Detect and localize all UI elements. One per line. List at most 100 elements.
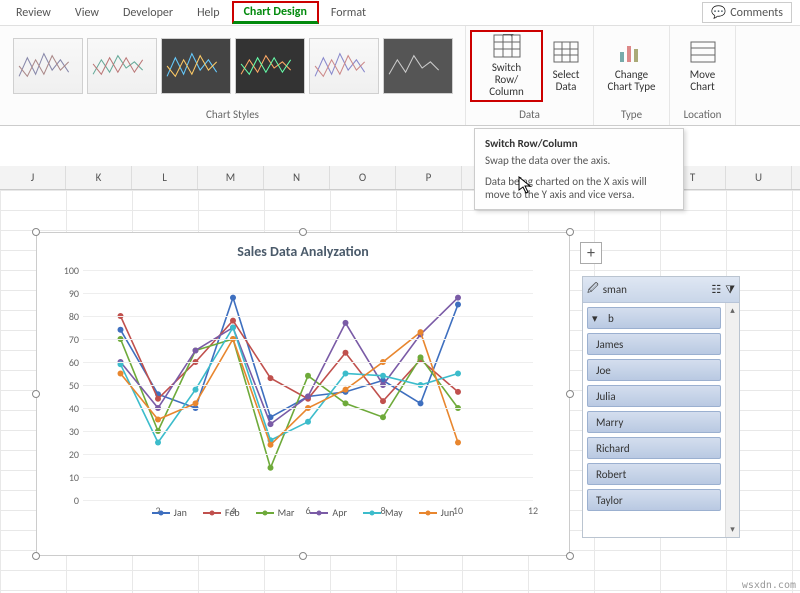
legend-swatch: [363, 512, 381, 514]
legend-item[interactable]: Apr: [310, 506, 347, 519]
legend-swatch: [203, 512, 221, 514]
x-tick-label: 6: [305, 504, 310, 517]
y-tick-label: 20: [51, 448, 79, 461]
x-tick-label: 10: [453, 504, 463, 517]
group-label-location: Location: [674, 106, 731, 123]
slicer-item[interactable]: Robert: [587, 463, 721, 485]
move-chart-button[interactable]: Move Chart: [680, 30, 726, 102]
tooltip-line2: Data being charted on the X axis will mo…: [485, 175, 673, 201]
plot-area[interactable]: 010203040506070809010024681012: [83, 270, 533, 500]
x-tick-label: 12: [528, 504, 538, 517]
resize-handle[interactable]: [32, 228, 40, 236]
group-data: Switch Row/ Column Select Data Data: [466, 26, 594, 125]
legend-swatch: [256, 512, 274, 514]
legend-swatch: [310, 512, 328, 514]
legend-label: Mar: [278, 506, 295, 519]
legend-swatch: [419, 512, 437, 514]
chart-elements-button[interactable]: +: [580, 242, 602, 264]
change-chart-type-label: Change Chart Type: [607, 69, 655, 93]
y-tick-label: 70: [51, 333, 79, 346]
col-header[interactable]: U: [726, 166, 792, 189]
ribbon-body: Chart Styles Switch Row/ Column Select D…: [0, 26, 800, 126]
group-chart-styles: Chart Styles: [0, 26, 466, 125]
col-header[interactable]: N: [264, 166, 330, 189]
y-tick-label: 80: [51, 310, 79, 323]
group-label-type: Type: [598, 106, 665, 123]
resize-handle[interactable]: [566, 390, 574, 398]
slicer-pane[interactable]: 🖉 sman ☷ ⧩ ▾b James Joe Julia Marry Rich…: [582, 276, 740, 538]
chart-style-thumb[interactable]: [383, 38, 453, 94]
slicer-item[interactable]: Marry: [587, 411, 721, 433]
funnel-icon: ▾: [592, 308, 598, 330]
resize-handle[interactable]: [566, 228, 574, 236]
legend-item[interactable]: Mar: [256, 506, 295, 519]
tab-developer[interactable]: Developer: [111, 2, 185, 24]
slicer-field: sman: [603, 283, 627, 296]
comments-label: Comments: [730, 6, 783, 20]
move-chart-icon: [688, 39, 718, 65]
slicer-item[interactable]: ▾b: [587, 307, 721, 329]
col-header[interactable]: K: [66, 166, 132, 189]
tooltip-title: Switch Row/Column: [485, 137, 673, 150]
slicer-item[interactable]: Julia: [587, 385, 721, 407]
tab-review[interactable]: Review: [4, 2, 63, 24]
y-tick-label: 30: [51, 425, 79, 438]
x-tick-label: 4: [230, 504, 235, 517]
multiselect-icon[interactable]: ☷: [711, 283, 721, 296]
chart-style-thumb[interactable]: [87, 38, 157, 94]
tab-view[interactable]: View: [63, 2, 111, 24]
chart-style-thumb[interactable]: [161, 38, 231, 94]
col-header[interactable]: M: [198, 166, 264, 189]
slicer-item[interactable]: Richard: [587, 437, 721, 459]
plus-icon: +: [587, 244, 595, 263]
ribbon-tabs: Review View Developer Help Chart Design …: [0, 0, 800, 26]
worksheet-area[interactable]: Switch Row/Column Swap the data over the…: [0, 126, 800, 593]
col-header[interactable]: P: [396, 166, 462, 189]
chart-style-thumb[interactable]: [13, 38, 83, 94]
tab-chart-design[interactable]: Chart Design: [232, 1, 319, 24]
tab-format[interactable]: Format: [319, 2, 378, 24]
chart-style-gallery[interactable]: [13, 30, 453, 102]
resize-handle[interactable]: [566, 552, 574, 560]
comment-icon: 💬: [711, 5, 726, 20]
legend-item[interactable]: Jun: [419, 506, 455, 519]
scroll-up-icon[interactable]: ▴: [728, 303, 737, 318]
y-tick-label: 40: [51, 402, 79, 415]
watermark: wsxdn.com: [742, 580, 796, 591]
chart-title[interactable]: Sales Data Analyzation: [37, 233, 569, 266]
slicer-header[interactable]: 🖉 sman ☷ ⧩: [583, 277, 739, 303]
slicer-scrollbar[interactable]: ▴ ▾: [725, 303, 739, 537]
scroll-down-icon[interactable]: ▾: [728, 522, 737, 537]
col-header[interactable]: L: [132, 166, 198, 189]
legend-swatch: [152, 512, 170, 514]
y-tick-label: 90: [51, 287, 79, 300]
switch-row-col-icon: [492, 34, 522, 58]
resize-handle[interactable]: [299, 228, 307, 236]
slicer-item[interactable]: James: [587, 333, 721, 355]
comments-button[interactable]: 💬 Comments: [702, 2, 792, 23]
change-chart-type-button[interactable]: Change Chart Type: [599, 30, 663, 102]
move-chart-label: Move Chart: [690, 69, 716, 93]
x-tick-label: 8: [380, 504, 385, 517]
filter-icon: 🖉: [587, 280, 599, 299]
chart-style-thumb[interactable]: [235, 38, 305, 94]
col-header[interactable]: J: [0, 166, 66, 189]
switch-row-col-label: Switch Row/ Column: [480, 62, 533, 98]
switch-row-column-button[interactable]: Switch Row/ Column: [470, 30, 543, 102]
cursor-icon: [518, 176, 534, 196]
clear-filter-icon[interactable]: ⧩: [725, 283, 735, 297]
slicer-item[interactable]: Taylor: [587, 489, 721, 511]
y-tick-label: 0: [51, 494, 79, 507]
select-data-button[interactable]: Select Data: [543, 30, 589, 102]
resize-handle[interactable]: [32, 390, 40, 398]
resize-handle[interactable]: [299, 552, 307, 560]
slicer-item[interactable]: Joe: [587, 359, 721, 381]
group-label-styles: Chart Styles: [4, 106, 461, 123]
embedded-chart[interactable]: Sales Data Analyzation 01020304050607080…: [36, 232, 570, 556]
tab-help[interactable]: Help: [185, 2, 232, 24]
select-data-icon: [551, 39, 581, 65]
col-header[interactable]: O: [330, 166, 396, 189]
chart-style-thumb[interactable]: [309, 38, 379, 94]
group-location: Move Chart Location: [670, 26, 736, 125]
resize-handle[interactable]: [32, 552, 40, 560]
